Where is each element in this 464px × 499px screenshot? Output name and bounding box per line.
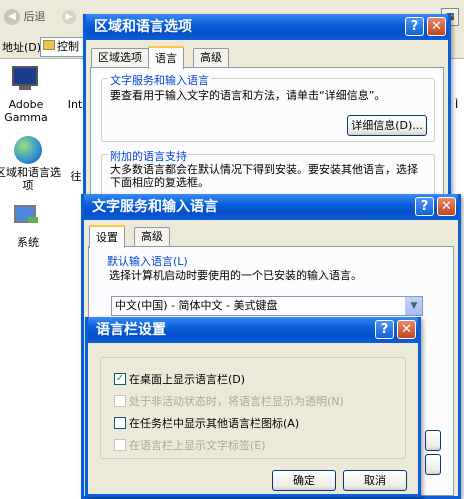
langbar-dialog-title: 语言栏设置 xyxy=(88,317,418,343)
langbar-options-group: ✓ 在桌面上显示语言栏(D) 处于非活动状态时，将语言栏显示为透明(N) 在任务… xyxy=(100,357,406,459)
system-label: 系统 xyxy=(17,236,39,249)
forward-arrow-icon: ▶ xyxy=(62,10,76,24)
partial-button[interactable] xyxy=(425,430,441,451)
tab-languages[interactable]: 语言 xyxy=(148,46,184,69)
help-button[interactable]: ? xyxy=(375,320,394,339)
help-button[interactable]: ? xyxy=(405,17,424,36)
group-label: 文字服务和输入语言 xyxy=(108,72,211,88)
ok-button[interactable]: 确定 xyxy=(272,470,336,491)
close-button[interactable]: ✕ xyxy=(397,320,416,339)
taskbar-icons-label: 在任务栏中显示其他语言栏图标(A) xyxy=(129,417,300,430)
back-arrow-icon: ◀ xyxy=(4,9,20,25)
details-button[interactable]: 详细信息(D)... xyxy=(347,115,427,136)
text-services-title: 文字服务和输入语言 xyxy=(84,194,458,220)
back-button[interactable]: ◀ 后退 xyxy=(4,6,46,28)
globe-icon[interactable] xyxy=(14,136,42,164)
default-language-select[interactable]: 中文(中国) - 简体中文 - 美式键盘 ▼ xyxy=(111,296,423,316)
text-labels-label: 在语言栏上显示文字标签(E) xyxy=(129,439,266,452)
default-language-desc: 选择计算机启动时要使用的一个已安装的输入语言。 xyxy=(109,269,362,282)
tab-advanced[interactable]: 高级 xyxy=(134,227,170,246)
tab-advanced[interactable]: 高级 xyxy=(193,48,229,67)
regional-options-label: 区域和语言选项 xyxy=(0,166,61,192)
text-labels-checkbox[interactable] xyxy=(114,439,126,451)
close-button[interactable]: ✕ xyxy=(427,17,446,36)
folder-icon xyxy=(43,40,55,50)
group-label: 附加的语言支持 xyxy=(108,148,189,164)
tab-regional-options[interactable]: 区域选项 xyxy=(91,48,149,67)
adobe-gamma-label: Adobe Gamma xyxy=(4,98,48,124)
regional-language-dialog: 区域和语言选项 ? ✕ 区域选项 语言 高级 文字服务和输入语言 要查看用于输入… xyxy=(83,14,451,217)
supplemental-desc: 大多数语言都会在默认情况下得到安装。要安装其他语言，选择下面相应的复选框。 xyxy=(110,163,418,189)
address-label: 地址(D) xyxy=(2,41,42,54)
text-services-group: 文字服务和输入语言 要查看用于输入文字的语言和方法，请单击“详细信息”。 详细信… xyxy=(101,72,435,142)
chevron-down-icon[interactable]: ▼ xyxy=(405,297,422,315)
help-button[interactable]: ? xyxy=(415,197,434,216)
tab-settings[interactable]: 设置 xyxy=(89,225,125,248)
regional-dialog-title: 区域和语言选项 xyxy=(86,14,448,40)
language-bar-settings-dialog: 语言栏设置 ? ✕ ✓ 在桌面上显示语言栏(D) 处于非活动状态时，将语言栏显示… xyxy=(85,317,421,497)
partial-button[interactable] xyxy=(425,454,441,475)
partial-right-label: Ì xyxy=(455,98,459,111)
partial-label: 往 xyxy=(70,170,82,183)
monitor-icon[interactable] xyxy=(12,66,42,92)
forward-button[interactable]: ▶ xyxy=(62,6,76,28)
cancel-button[interactable]: 取消 xyxy=(343,470,407,491)
system-icon[interactable] xyxy=(14,205,42,231)
close-button[interactable]: ✕ xyxy=(437,197,456,216)
taskbar-icons-checkbox[interactable] xyxy=(114,417,126,429)
show-on-desktop-checkbox[interactable]: ✓ xyxy=(114,373,126,385)
show-on-desktop-label: 在桌面上显示语言栏(D) xyxy=(129,373,246,386)
text-services-desc: 要查看用于输入文字的语言和方法，请单击“详细信息”。 xyxy=(110,89,386,102)
transparent-label: 处于非活动状态时，将语言栏显示为透明(N) xyxy=(129,395,344,408)
transparent-checkbox[interactable] xyxy=(114,395,126,407)
